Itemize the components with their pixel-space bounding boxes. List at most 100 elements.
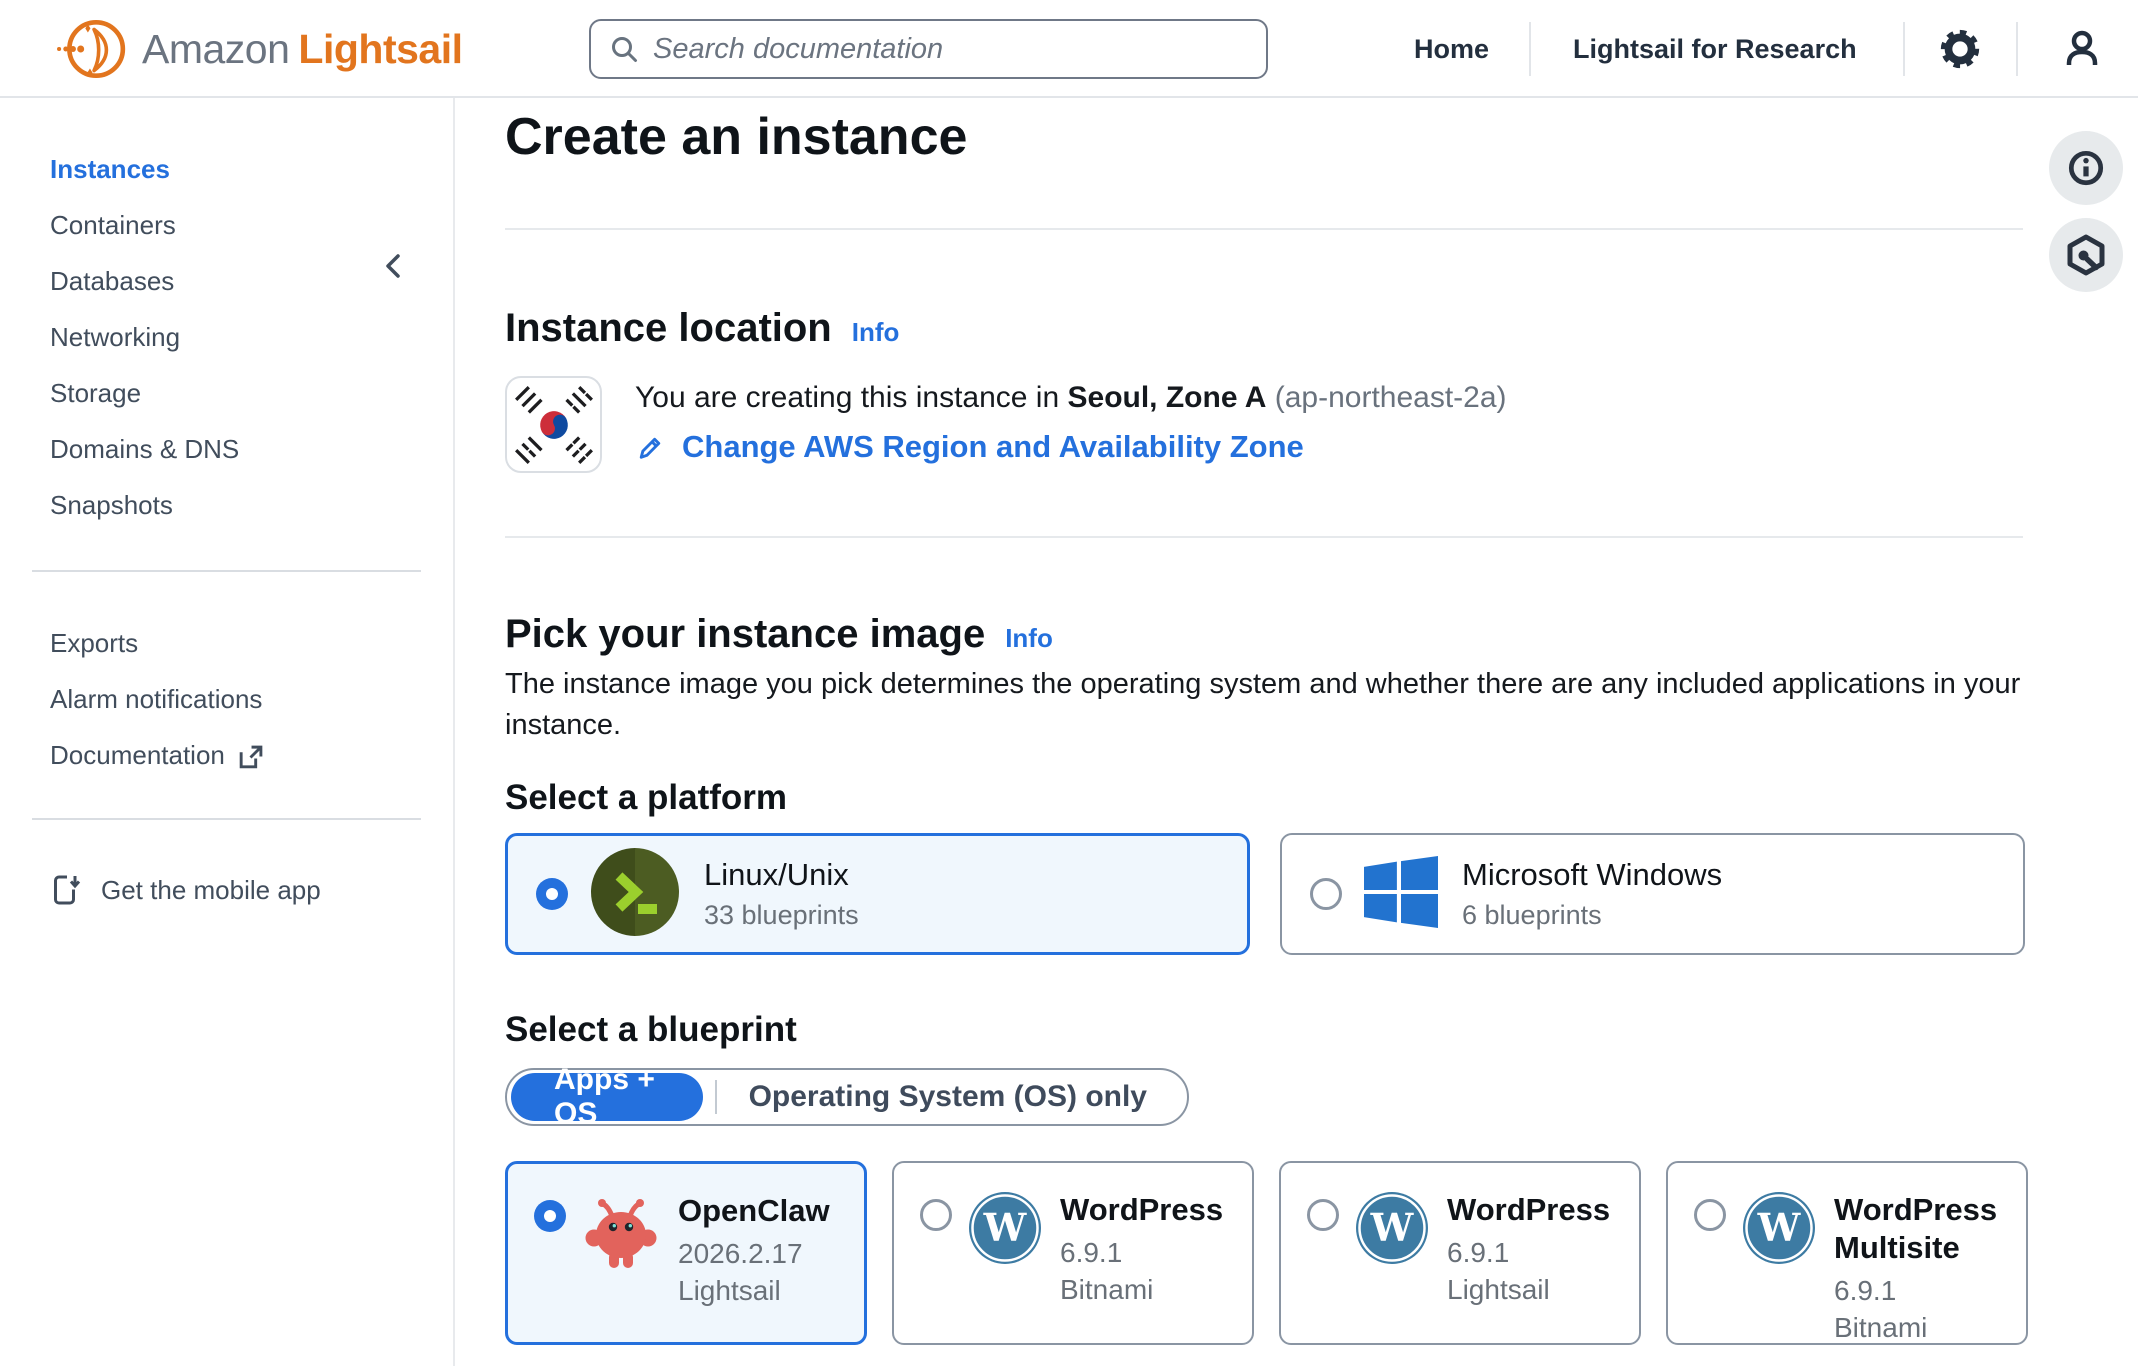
search-input[interactable] <box>653 33 1248 66</box>
amazon-q-fab-button[interactable] <box>2049 218 2123 292</box>
blueprint-type-toggle: Apps + OS Operating System (OS) only <box>505 1068 1189 1126</box>
region-flag <box>505 376 602 473</box>
svg-text:W: W <box>1757 1205 1802 1250</box>
select-blueprint-heading: Select a blueprint <box>505 1009 2138 1051</box>
location-text-prefix: You are creating this instance in <box>635 381 1068 414</box>
location-region-code: (ap-northeast-2a) <box>1275 381 1507 414</box>
wordpress-icon: W <box>968 1191 1042 1270</box>
sidebar-item-domains-dns[interactable]: Domains & DNS <box>0 421 453 477</box>
brand-amazon: Amazon <box>142 26 289 72</box>
change-region-label: Change AWS Region and Availability Zone <box>682 427 1304 467</box>
user-icon <box>2060 27 2104 71</box>
instance-location-heading: Instance location <box>505 304 832 352</box>
top-header: AmazonLightsail Home Lightsail for Resea… <box>0 0 2138 98</box>
blueprint-name: WordPress Multisite <box>1834 1191 2014 1267</box>
get-mobile-app-link[interactable]: Get the mobile app <box>0 862 453 918</box>
nav-home[interactable]: Home <box>1414 0 1489 98</box>
settings-button[interactable] <box>1936 25 1984 73</box>
wordpress-icon: W <box>1742 1191 1816 1270</box>
toggle-divider <box>715 1080 716 1114</box>
windows-icon <box>1364 855 1438 934</box>
wordpress-icon: W <box>1355 1191 1429 1270</box>
brand-lightsail: Lightsail <box>298 26 462 72</box>
header-divider <box>2016 22 2018 76</box>
blueprint-publisher: Lightsail <box>678 1275 830 1307</box>
sidebar-item-instances[interactable]: Instances <box>0 141 453 197</box>
blueprint-options: OpenClaw 2026.2.17 Lightsail W WordPress <box>505 1161 2138 1345</box>
svg-text:W: W <box>1370 1205 1415 1250</box>
platform-name: Microsoft Windows <box>1462 857 1722 893</box>
platform-card-linux[interactable]: Linux/Unix 33 blueprints <box>505 833 1250 955</box>
sidebar-item-alarm-notifications[interactable]: Alarm notifications <box>0 671 453 727</box>
section-divider <box>505 536 2023 538</box>
instance-location-info-link[interactable]: Info <box>852 317 900 348</box>
info-fab-button[interactable] <box>2049 131 2123 205</box>
select-platform-heading: Select a platform <box>505 777 2138 819</box>
sidebar-nav: Instances Containers Databases Networkin… <box>0 98 453 533</box>
blueprint-version: 6.9.1 <box>1060 1237 1223 1269</box>
lightsail-logo-icon <box>56 13 128 85</box>
platform-options: Linux/Unix 33 blueprints Microsoft Windo… <box>505 833 2138 955</box>
sidebar-collapse-button[interactable] <box>375 248 413 286</box>
instance-image-heading: Pick your instance image <box>505 610 985 658</box>
blueprint-card-wordpress-multisite[interactable]: W WordPress Multisite 6.9.1 Bitnami <box>1666 1161 2028 1345</box>
location-region: Seoul, Zone A <box>1068 381 1267 414</box>
openclaw-icon <box>582 1192 660 1279</box>
wordpress-radio[interactable] <box>920 1199 952 1231</box>
sidebar-item-exports[interactable]: Exports <box>0 615 453 671</box>
gear-icon <box>1937 26 1983 72</box>
wordpress-radio[interactable] <box>1307 1199 1339 1231</box>
instance-image-info-link[interactable]: Info <box>1005 623 1053 654</box>
blueprint-version: 6.9.1 <box>1834 1275 2014 1307</box>
wordpress-multisite-radio[interactable] <box>1694 1199 1726 1231</box>
blueprint-publisher: Lightsail <box>1447 1274 1610 1306</box>
linux-icon <box>590 847 680 942</box>
external-link-icon <box>237 744 264 771</box>
blueprint-version: 6.9.1 <box>1447 1237 1610 1269</box>
platform-card-windows[interactable]: Microsoft Windows 6 blueprints <box>1280 833 2025 955</box>
instance-location-row: You are creating this instance in Seoul,… <box>505 376 2138 473</box>
change-region-link[interactable]: Change AWS Region and Availability Zone <box>635 427 1507 467</box>
lightsail-console: AmazonLightsail Home Lightsail for Resea… <box>0 0 2138 1366</box>
mobile-app-icon <box>48 872 84 908</box>
sidebar-item-containers[interactable]: Containers <box>0 197 453 253</box>
blueprint-version: 2026.2.17 <box>678 1238 830 1270</box>
blueprint-card-wordpress-bitnami[interactable]: W WordPress 6.9.1 Bitnami <box>892 1161 1254 1345</box>
toggle-apps-os[interactable]: Apps + OS <box>511 1073 703 1121</box>
mobile-app-label: Get the mobile app <box>101 875 321 906</box>
header-divider <box>1903 22 1905 76</box>
instance-image-description: The instance image you pick determines t… <box>505 664 2050 746</box>
sidebar-item-storage[interactable]: Storage <box>0 365 453 421</box>
platform-blueprint-count: 33 blueprints <box>704 900 859 931</box>
sidebar-item-networking[interactable]: Networking <box>0 309 453 365</box>
page-title: Create an instance <box>505 108 2138 166</box>
brand-logo[interactable]: AmazonLightsail <box>56 13 463 85</box>
account-button[interactable] <box>2058 25 2106 73</box>
svg-text:W: W <box>983 1205 1028 1250</box>
linux-radio[interactable] <box>536 878 568 910</box>
windows-radio[interactable] <box>1310 878 1342 910</box>
blueprint-name: OpenClaw <box>678 1192 830 1230</box>
sidebar-item-documentation[interactable]: Documentation <box>0 727 453 783</box>
collapse-chevron-icon <box>377 249 411 283</box>
sidebar: Instances Containers Databases Networkin… <box>0 98 455 1366</box>
blueprint-name: WordPress <box>1447 1191 1610 1229</box>
sidebar-divider <box>32 818 421 820</box>
documentation-label: Documentation <box>50 740 225 771</box>
amazon-q-icon <box>2063 232 2109 278</box>
openclaw-radio[interactable] <box>534 1200 566 1232</box>
location-description: You are creating this instance in Seoul,… <box>635 378 1507 418</box>
info-icon <box>2065 147 2107 189</box>
platform-blueprint-count: 6 blueprints <box>1462 900 1722 931</box>
sidebar-secondary-nav: Exports Alarm notifications Documentatio… <box>0 572 453 783</box>
toggle-os-only[interactable]: Operating System (OS) only <box>749 1080 1187 1114</box>
blueprint-name: WordPress <box>1060 1191 1223 1229</box>
sidebar-item-snapshots[interactable]: Snapshots <box>0 477 453 533</box>
main-content: Create an instance Instance location Inf… <box>455 98 2138 1366</box>
header-divider <box>1529 22 1531 76</box>
nav-lightsail-for-research[interactable]: Lightsail for Research <box>1573 0 1857 98</box>
blueprint-card-wordpress-lightsail[interactable]: W WordPress 6.9.1 Lightsail <box>1279 1161 1641 1345</box>
korea-flag-icon <box>515 386 593 464</box>
blueprint-publisher: Bitnami <box>1834 1312 2014 1344</box>
blueprint-card-openclaw[interactable]: OpenClaw 2026.2.17 Lightsail <box>505 1161 867 1345</box>
